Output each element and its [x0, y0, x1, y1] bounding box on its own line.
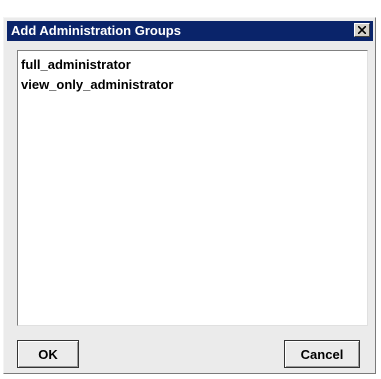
close-icon	[358, 26, 366, 34]
ok-button[interactable]: OK	[17, 340, 79, 368]
list-item-view-only-administrator[interactable]: view_only_administrator	[18, 75, 367, 95]
close-button[interactable]	[354, 23, 370, 37]
add-admin-groups-dialog: Add Administration Groups full_administr…	[3, 17, 376, 374]
cancel-button[interactable]: Cancel	[284, 340, 360, 368]
title-bar[interactable]: Add Administration Groups	[7, 21, 373, 41]
dialog-title: Add Administration Groups	[11, 23, 181, 38]
groups-list[interactable]: full_administrator view_only_administrat…	[17, 50, 368, 326]
list-item-full-administrator[interactable]: full_administrator	[18, 55, 367, 75]
